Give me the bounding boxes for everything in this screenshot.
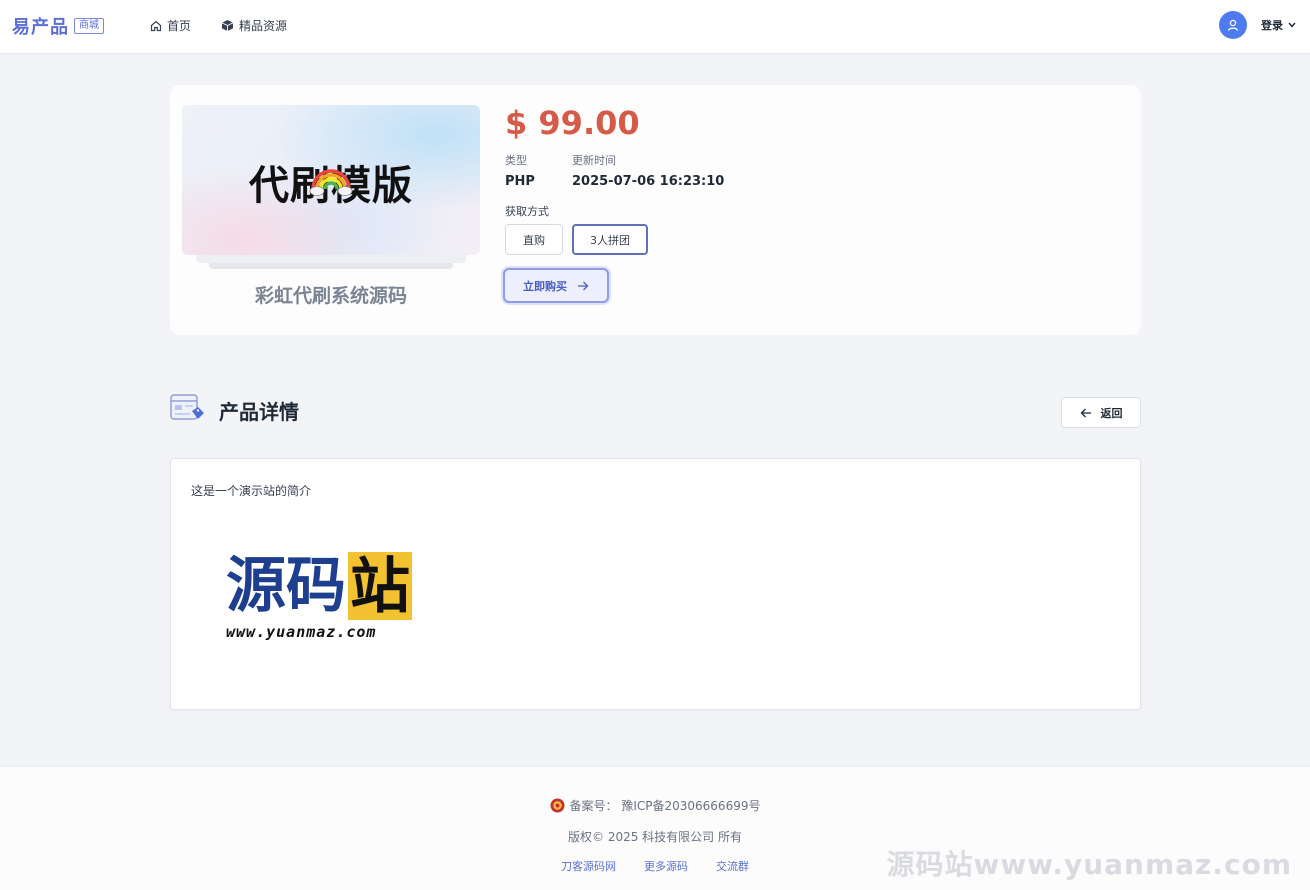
cube-icon	[221, 20, 234, 31]
acquire-label: 获取方式	[505, 205, 549, 218]
login-label[interactable]: 登录	[1261, 17, 1283, 33]
back-label: 返回	[1100, 406, 1123, 420]
logo-char: 码	[286, 551, 346, 621]
watermark: 源码站www.yuanmaz.com	[886, 848, 1292, 881]
nav-item-label: 首页	[167, 19, 192, 33]
buy-now-label: 立即购买	[523, 279, 567, 293]
icp-record[interactable]: 备案号： 豫ICP备20306666699号	[0, 797, 1310, 814]
arrow-right-icon	[578, 281, 589, 290]
logo-url: www.yuanmaz.com	[226, 623, 377, 641]
product-details-icon	[170, 394, 204, 420]
section-title: 产品详情	[219, 400, 299, 424]
product-description: 这是一个演示站的简介	[191, 484, 312, 498]
option-group-buy[interactable]: 3人拼团	[572, 224, 648, 255]
logo-char: 源	[226, 551, 286, 621]
back-button[interactable]: 返回	[1061, 397, 1141, 428]
nav-item-home[interactable]: 首页	[150, 17, 191, 34]
brand-tag: 商城	[74, 18, 104, 34]
user-menu[interactable]: 登录	[1219, 11, 1296, 39]
product-image-stack: 代刷模版	[182, 105, 480, 275]
brand-logo[interactable]: 易产品 商城	[12, 13, 104, 39]
nav-item-resources[interactable]: 精品资源	[221, 17, 287, 34]
police-badge-icon	[550, 798, 565, 813]
product-price: $ 99.00	[505, 104, 640, 142]
product-card: 代刷模版 彩虹代刷系统源码 $ 99.00 类型 更新时间 PHP 2025-0…	[170, 85, 1141, 335]
logo-text: 源 码 站	[226, 551, 412, 622]
logo-char-highlight: 站	[348, 552, 412, 622]
avatar[interactable]	[1219, 11, 1247, 39]
arrow-left-icon	[1080, 408, 1091, 417]
product-name: 彩虹代刷系统源码	[254, 285, 407, 307]
type-label: 类型	[505, 154, 527, 167]
user-icon	[1227, 19, 1239, 31]
updated-label: 更新时间	[572, 154, 616, 167]
footer-link-daoke[interactable]: 刀客源码网	[561, 858, 616, 874]
top-navbar: 易产品 商城 首页 精品资源 登录	[0, 0, 1310, 54]
chevron-down-icon	[1288, 22, 1296, 28]
option-direct-buy[interactable]: 直购	[505, 224, 563, 255]
brand-name: 易产品	[12, 17, 69, 38]
footer: 备案号： 豫ICP备20306666699号 版权© 2025 科技有限公司 所…	[0, 766, 1310, 890]
icp-text: 备案号： 豫ICP备20306666699号	[569, 799, 761, 813]
product-description-card: 这是一个演示站的简介 源 码 站 www.yuanmaz.com	[170, 458, 1141, 710]
updated-value: 2025-07-06 16:23:10	[572, 174, 725, 189]
rainbow-icon	[309, 169, 353, 196]
footer-link-more[interactable]: 更多源码	[644, 858, 688, 874]
main-nav: 首页 精品资源	[150, 17, 317, 34]
nav-item-label: 精品资源	[239, 19, 288, 33]
footer-link-group[interactable]: 交流群	[716, 858, 749, 874]
home-icon	[150, 20, 162, 31]
product-image[interactable]: 代刷模版	[182, 105, 480, 255]
site-logo-image: 源 码 站 www.yuanmaz.com	[226, 551, 436, 641]
type-value: PHP	[505, 174, 535, 189]
buy-now-button[interactable]: 立即购买	[503, 268, 609, 303]
